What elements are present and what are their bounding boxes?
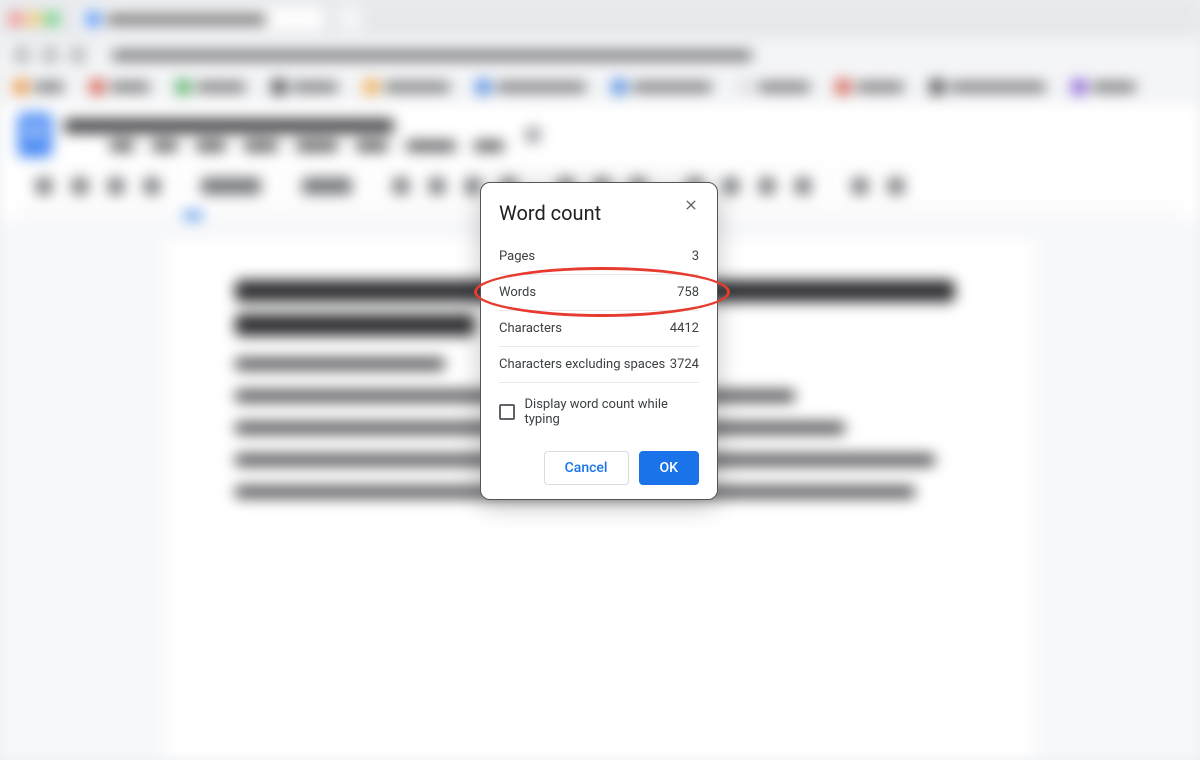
stat-value: 3 xyxy=(692,249,699,264)
stat-row-words: Words 758 xyxy=(499,275,699,311)
docs-logo-icon xyxy=(18,113,52,157)
nav-reload-icon xyxy=(70,47,86,63)
tab-favicon xyxy=(86,12,100,26)
stat-value: 758 xyxy=(677,285,699,300)
display-while-typing-row: Display word count while typing xyxy=(499,383,699,433)
close-icon[interactable] xyxy=(683,197,703,217)
stat-row-characters: Characters 4412 xyxy=(499,311,699,347)
window-max-dot xyxy=(46,13,58,25)
stat-value: 3724 xyxy=(670,357,699,372)
stat-row-characters-no-spaces: Characters excluding spaces 3724 xyxy=(499,347,699,383)
stat-row-pages: Pages 3 xyxy=(499,239,699,275)
stat-value: 4412 xyxy=(670,321,699,336)
stat-label: Characters excluding spaces xyxy=(499,357,665,372)
stat-label: Characters xyxy=(499,321,562,336)
omnibox xyxy=(112,51,752,60)
nav-forward-icon xyxy=(42,47,58,63)
dialog-title: Word count xyxy=(499,201,699,225)
stat-label: Words xyxy=(499,285,536,300)
bookmarks-bar xyxy=(0,72,1200,103)
word-count-dialog: Word count Pages 3 Words 758 Characters … xyxy=(480,182,718,500)
window-min-dot xyxy=(28,13,40,25)
window-titlebar xyxy=(0,0,1200,38)
star-icon xyxy=(526,128,540,142)
browser-tab xyxy=(78,8,324,30)
stat-label: Pages xyxy=(499,249,535,264)
nav-back-icon xyxy=(14,47,30,63)
browser-urlbar xyxy=(0,38,1200,72)
dialog-buttons: Cancel OK xyxy=(499,451,699,485)
new-tab-button xyxy=(336,5,364,33)
display-while-typing-checkbox[interactable] xyxy=(499,404,515,420)
checkbox-label: Display word count while typing xyxy=(525,397,700,427)
document-title xyxy=(64,119,394,133)
ok-button[interactable]: OK xyxy=(639,451,700,485)
window-close-dot xyxy=(10,13,22,25)
menu-bar xyxy=(110,141,504,151)
cancel-button[interactable]: Cancel xyxy=(544,451,629,485)
tab-title xyxy=(106,15,266,24)
